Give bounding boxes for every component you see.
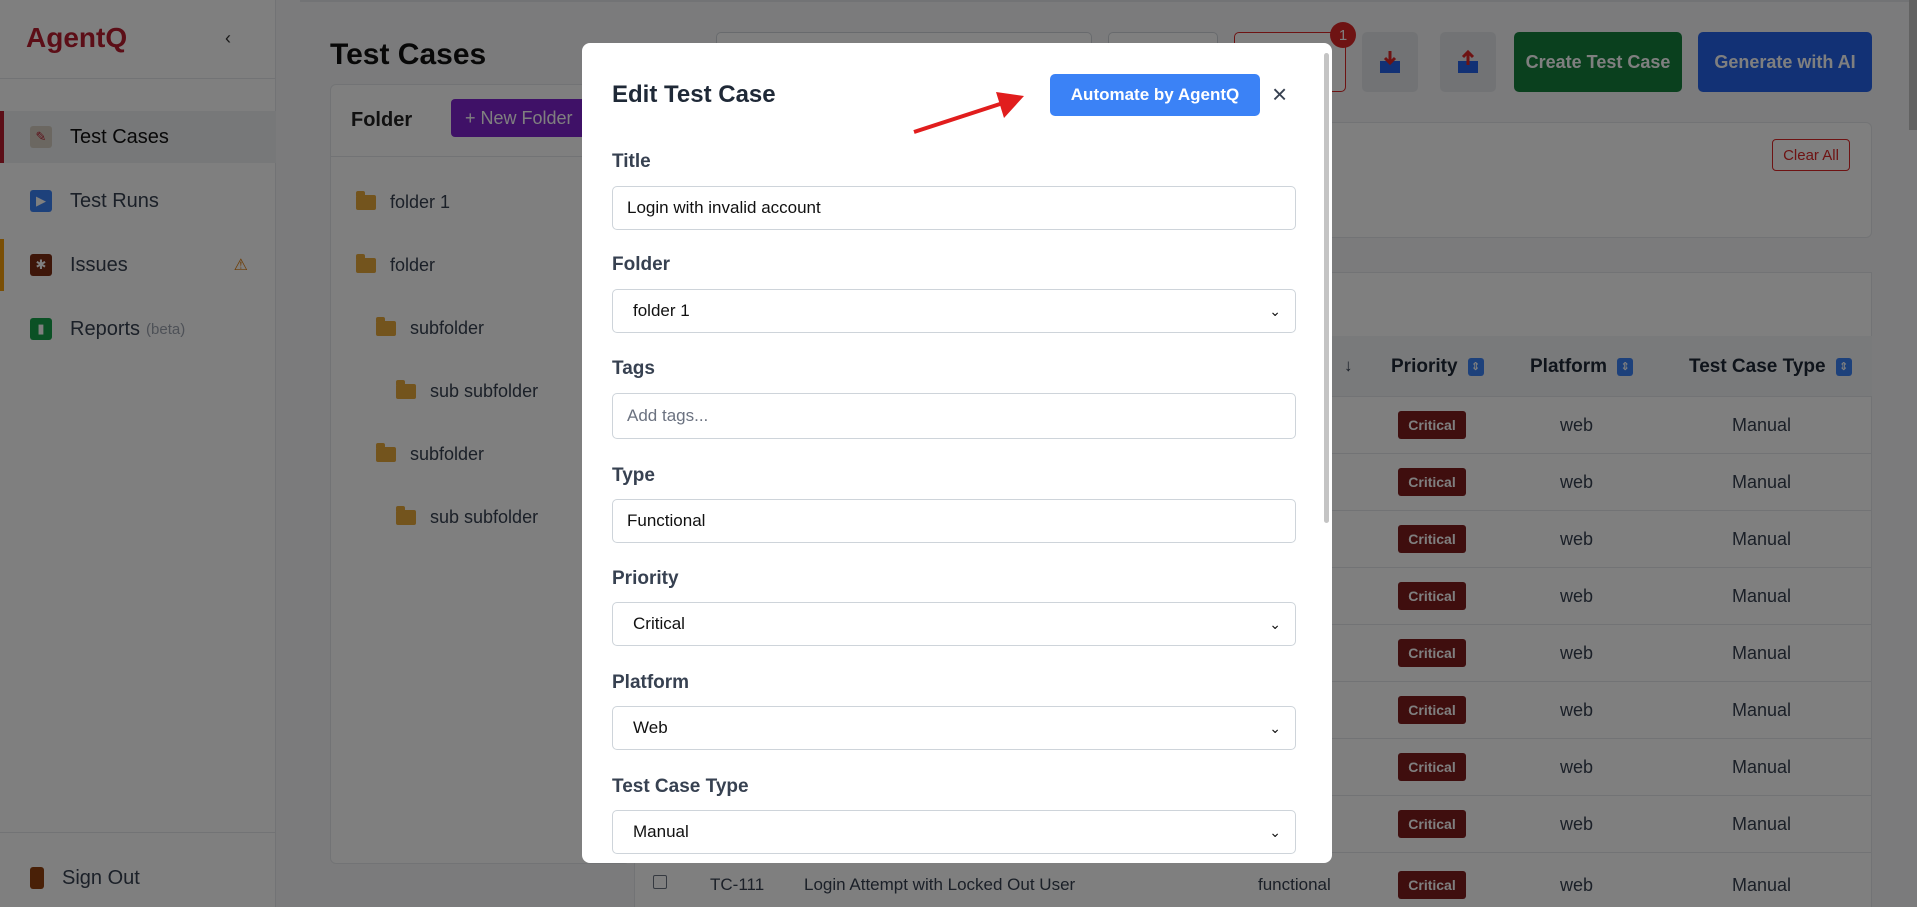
tags-label: Tags [612, 358, 655, 379]
chevron-down-icon: ⌄ [1269, 823, 1281, 840]
folder-select[interactable]: folder 1 ⌄ [612, 289, 1296, 333]
priority-select[interactable]: Critical ⌄ [612, 602, 1296, 646]
chevron-down-icon: ⌄ [1269, 719, 1281, 736]
test-case-type-label: Test Case Type [612, 776, 749, 797]
folder-select-value: folder 1 [633, 301, 690, 320]
edit-test-case-modal: Edit Test Case Automate by AgentQ × Titl… [582, 43, 1332, 863]
folder-label: Folder [612, 254, 671, 275]
modal-title: Edit Test Case [612, 81, 776, 108]
title-label: Title [612, 151, 651, 172]
platform-select-value: Web [633, 718, 668, 737]
chevron-down-icon: ⌄ [1269, 615, 1281, 632]
priority-label: Priority [612, 568, 679, 589]
tags-input[interactable]: Add tags... [612, 393, 1296, 439]
modal-scrollbar[interactable] [1324, 53, 1329, 523]
annotation-arrow-icon [913, 92, 1024, 134]
priority-select-value: Critical [633, 614, 685, 633]
chevron-down-icon: ⌄ [1269, 302, 1281, 319]
automate-by-agentq-button[interactable]: Automate by AgentQ [1050, 74, 1260, 116]
type-input[interactable]: Functional [612, 499, 1296, 543]
type-label: Type [612, 465, 655, 486]
platform-select[interactable]: Web ⌄ [612, 706, 1296, 750]
title-input[interactable]: Login with invalid account [612, 186, 1296, 230]
platform-label: Platform [612, 672, 690, 693]
test-case-type-select-value: Manual [633, 822, 689, 841]
close-icon[interactable]: × [1272, 81, 1287, 107]
test-case-type-select[interactable]: Manual ⌄ [612, 810, 1296, 854]
